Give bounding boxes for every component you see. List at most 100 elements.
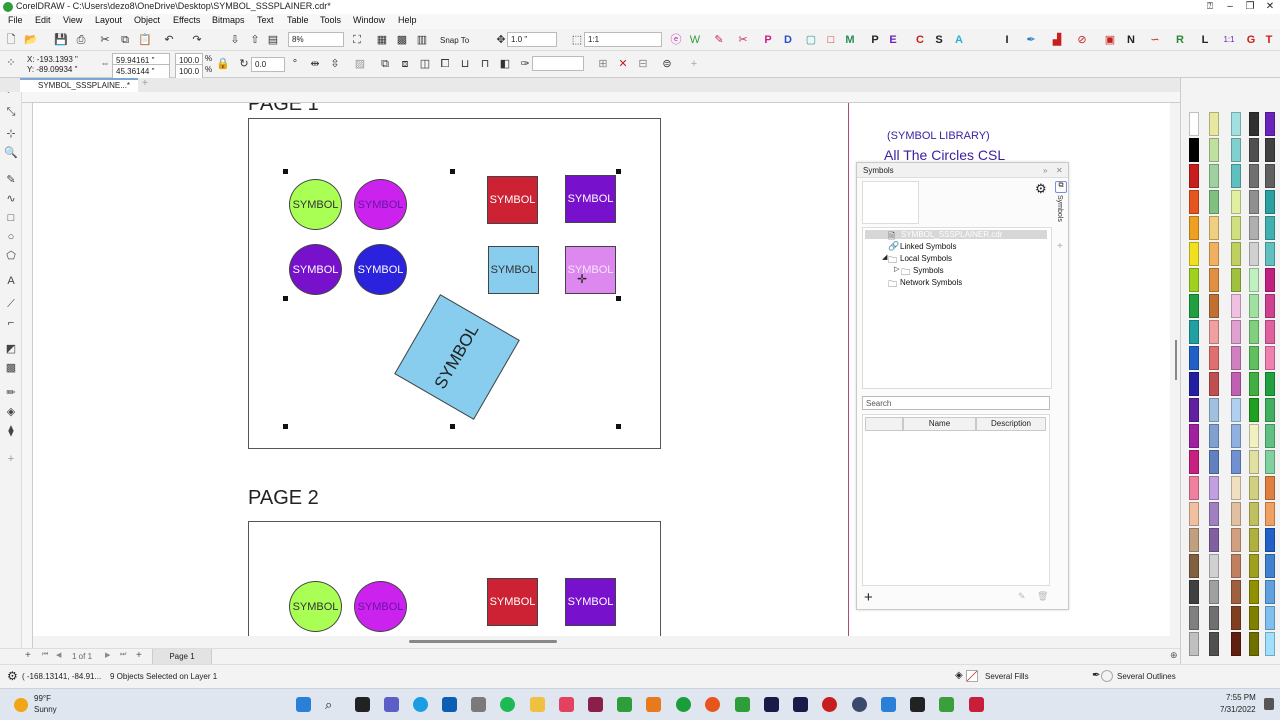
rectangle-tool-icon[interactable]: □ [4,211,18,225]
macro-e-icon[interactable]: ⓔ [669,33,683,47]
color-swatch[interactable] [1249,242,1259,266]
nudge-distance-field[interactable]: 1.0 " [507,32,557,47]
color-swatch[interactable] [1189,528,1199,552]
color-swatch[interactable] [1189,216,1199,240]
trim-icon[interactable]: ⊓ [478,57,492,71]
minimize-button[interactable]: – [1220,0,1240,14]
weld-icon[interactable]: ⊔ [458,57,472,71]
macro-red-icon[interactable]: ▣ [1103,33,1117,47]
parallel-dimension-icon[interactable]: ⟋ [4,297,18,311]
color-swatch[interactable] [1249,476,1259,500]
edge-icon[interactable] [413,697,428,712]
shape-tool-icon[interactable]: ⤡ [4,105,18,119]
polygon-tool-icon[interactable]: ⬠ [4,249,18,263]
color-swatch[interactable] [1249,632,1259,656]
color-swatch[interactable] [1265,216,1275,240]
color-swatch[interactable] [1209,450,1219,474]
symbol-search-input[interactable] [862,396,1050,410]
new-document-icon[interactable]: 🗋 [4,33,18,47]
macro-n-icon[interactable]: N [1124,33,1138,47]
menu-table[interactable]: Table [287,15,309,25]
color-swatch[interactable] [1209,294,1219,318]
macro-brush-icon[interactable]: ✎ [712,33,726,47]
audition-icon[interactable] [764,697,779,712]
color-swatch[interactable] [1265,164,1275,188]
color-swatch[interactable] [1265,632,1275,656]
outline-pen-status-icon[interactable]: ✒ [1092,670,1100,681]
interactive-fill-icon[interactable]: ◈ [4,405,18,419]
connector-tool-icon[interactable]: ⌐ [4,316,18,330]
color-swatch[interactable] [1209,346,1219,370]
mirror-vertical-icon[interactable]: ⇳ [328,57,342,71]
tab-symbol-document[interactable]: SYMBOL_SSSPLAINE...* [20,78,138,92]
chat-icon[interactable] [384,697,399,712]
ungroup-icon[interactable]: ⧈ [398,57,412,71]
selection-handle[interactable] [616,169,621,174]
color-swatch[interactable] [1209,580,1219,604]
add-tool-icon[interactable]: + [4,452,18,466]
color-swatch[interactable] [1249,372,1259,396]
expand-arrow-icon[interactable]: ◢ [882,253,887,261]
color-swatch[interactable] [1189,346,1199,370]
color-swatch[interactable] [1189,450,1199,474]
color-swatch[interactable] [1265,372,1275,396]
selection-handle[interactable] [450,424,455,429]
sheets-icon[interactable] [617,697,632,712]
column-header-name[interactable]: Name [903,417,976,431]
color-swatch[interactable] [1189,164,1199,188]
add-page-before-icon[interactable]: + [25,650,31,661]
color-swatch[interactable] [1189,242,1199,266]
color-swatch[interactable] [1231,528,1241,552]
color-swatch[interactable] [1231,320,1241,344]
print-icon[interactable]: ⎙ [74,33,88,47]
guide-line[interactable] [848,103,849,636]
selection-handle[interactable] [283,424,288,429]
outline-pen-icon[interactable]: ✑ [518,57,532,71]
color-swatch[interactable] [1249,112,1259,136]
color-swatch[interactable] [1209,320,1219,344]
color-swatch[interactable] [1189,502,1199,526]
add-symbol-icon[interactable]: + [864,589,873,606]
search-icon[interactable]: ⌕ [325,697,340,712]
macro-stand-icon[interactable]: ▟ [1050,33,1064,47]
spotify-icon[interactable] [500,697,515,712]
color-swatch[interactable] [1189,424,1199,448]
menu-object[interactable]: Object [134,15,160,25]
symbol-square-pink[interactable]: SYMBOL [565,246,616,294]
color-swatch[interactable] [1265,294,1275,318]
color-swatch[interactable] [1209,476,1219,500]
vertical-ruler[interactable] [22,103,33,648]
color-swatch[interactable] [1231,580,1241,604]
color-swatch[interactable] [1249,320,1259,344]
color-swatch[interactable] [1231,164,1241,188]
group-icon[interactable]: ⧉ [378,57,392,71]
new-tab-icon[interactable]: + [142,78,148,89]
color-swatch[interactable] [1189,372,1199,396]
macro-t-icon[interactable]: T [1262,33,1276,47]
tree-item-symbols[interactable]: Symbols [913,266,944,275]
color-swatch[interactable] [1265,320,1275,344]
show-grid-icon[interactable]: ▩ [395,33,409,47]
color-swatch[interactable] [1249,294,1259,318]
selection-handle[interactable] [616,296,621,301]
color-swatch[interactable] [1265,424,1275,448]
play-app-icon[interactable] [939,697,954,712]
show-rulers-icon[interactable]: ▦ [375,33,389,47]
color-swatch[interactable] [1189,320,1199,344]
tree-item-linked-symbols[interactable]: Linked Symbols [900,242,956,251]
color-swatch[interactable] [1231,554,1241,578]
weather-sun-icon[interactable] [14,698,28,712]
crop-tool-icon[interactable]: ⊹ [4,127,18,141]
page2-symbol-circle-magenta[interactable]: SYMBOL [354,581,407,632]
symbol-circle-green[interactable]: SYMBOL [289,179,342,230]
add-toolbar-icon[interactable]: + [687,57,701,71]
cut-icon[interactable]: ✂ [98,33,112,47]
color-swatch[interactable] [1265,450,1275,474]
selection-handle[interactable] [283,296,288,301]
macro-m-icon[interactable]: M [843,33,857,47]
macro-s-icon[interactable]: S [932,33,946,47]
help-icon[interactable]: ⍰ [1200,0,1220,14]
color-swatch[interactable] [1231,190,1241,214]
macro-square-icon[interactable]: □ [824,33,838,47]
macro-noslash-icon[interactable]: ⊘ [1075,33,1089,47]
